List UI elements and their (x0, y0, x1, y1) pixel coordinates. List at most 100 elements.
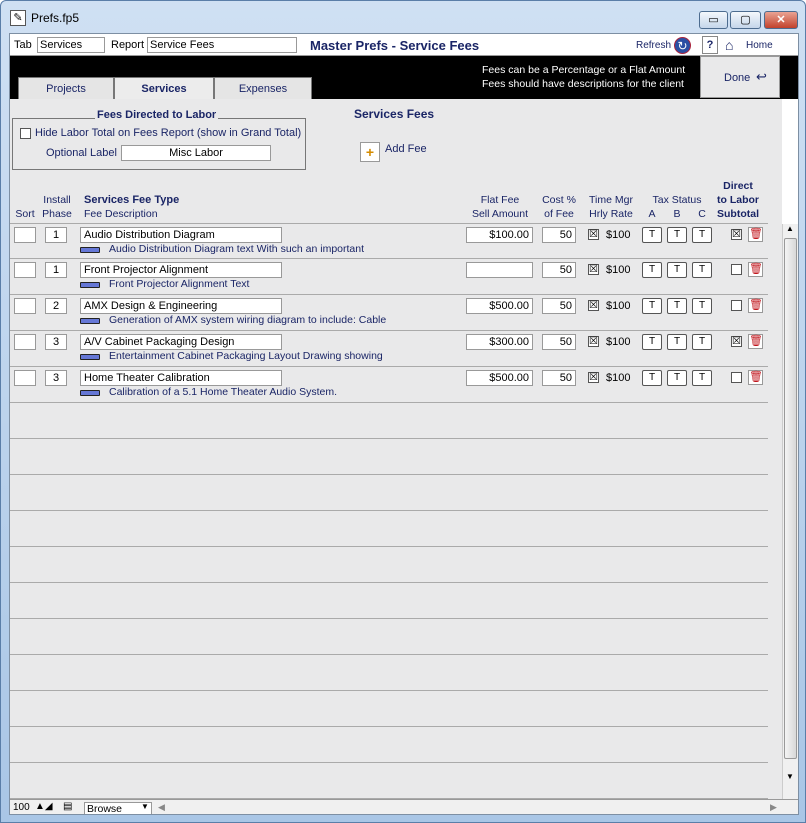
tax-a-button[interactable]: T (642, 334, 662, 350)
close-button[interactable]: ✕ (764, 11, 798, 29)
fee-description[interactable]: Audio Distribution Diagram text With suc… (109, 243, 364, 255)
fee-type-field[interactable]: AMX Design & Engineering (80, 298, 282, 314)
phase-field[interactable]: 1 (45, 262, 67, 278)
delete-icon[interactable]: 🗑 (748, 262, 763, 277)
tax-c-button[interactable]: T (692, 370, 712, 386)
pencil-icon[interactable] (80, 390, 100, 396)
vertical-scrollbar[interactable]: ▲ ▼ (782, 224, 798, 799)
time-mgr-checkbox[interactable]: ☒ (588, 336, 599, 347)
hourly-rate[interactable]: $100 (602, 298, 634, 314)
report-field[interactable]: Service Fees (147, 37, 297, 53)
cost-pct-field[interactable]: 50 (542, 227, 576, 243)
sort-field[interactable] (14, 227, 36, 243)
tax-c-button[interactable]: T (692, 334, 712, 350)
flat-fee-field[interactable]: $100.00 (466, 227, 533, 243)
sort-field[interactable] (14, 262, 36, 278)
fee-description[interactable]: Front Projector Alignment Text (109, 278, 249, 290)
phase-field[interactable]: 1 (45, 227, 67, 243)
tab-expenses[interactable]: Expenses (214, 77, 312, 99)
direct-to-labor-checkbox[interactable] (731, 300, 742, 311)
tax-b-button[interactable]: T (667, 334, 687, 350)
cost-pct-field[interactable]: 50 (542, 298, 576, 314)
tax-b-button[interactable]: T (667, 227, 687, 243)
tax-a-button[interactable]: T (642, 227, 662, 243)
scroll-up-icon[interactable]: ▲ (786, 224, 794, 233)
tab-projects[interactable]: Projects (18, 77, 114, 99)
time-mgr-checkbox[interactable]: ☒ (588, 300, 599, 311)
direct-to-labor-checkbox[interactable] (731, 372, 742, 383)
add-fee-button[interactable]: Add Fee (385, 143, 427, 155)
tax-a-button[interactable]: T (642, 370, 662, 386)
phase-field[interactable]: 3 (45, 334, 67, 350)
pencil-icon[interactable] (80, 247, 100, 253)
fee-type-field[interactable]: Front Projector Alignment (80, 262, 282, 278)
fee-description[interactable]: Generation of AMX system wiring diagram … (109, 314, 386, 326)
tax-b-button[interactable]: T (667, 370, 687, 386)
zoom-icon[interactable]: ▲◢ (35, 801, 53, 812)
tax-a-button[interactable]: T (642, 262, 662, 278)
scroll-down-icon[interactable]: ▼ (786, 772, 794, 781)
direct-to-labor-checkbox[interactable] (731, 264, 742, 275)
hourly-rate[interactable]: $100 (602, 334, 634, 350)
flat-fee-field[interactable]: $500.00 (466, 370, 533, 386)
flat-fee-field[interactable]: $500.00 (466, 298, 533, 314)
tax-c-button[interactable]: T (692, 227, 712, 243)
phase-field[interactable]: 2 (45, 298, 67, 314)
tab-services[interactable]: Services (114, 77, 214, 100)
delete-icon[interactable]: 🗑 (748, 370, 763, 385)
chevron-down-icon[interactable]: ▼ (141, 802, 149, 811)
minimize-button[interactable]: ▭ (699, 11, 728, 29)
tab-field[interactable]: Services (37, 37, 105, 53)
hourly-rate[interactable]: $100 (602, 370, 634, 386)
delete-icon[interactable]: 🗑 (748, 298, 763, 313)
time-mgr-checkbox[interactable]: ☒ (588, 372, 599, 383)
phase-field[interactable]: 3 (45, 370, 67, 386)
direct-to-labor-checkbox[interactable]: ☒ (731, 229, 742, 240)
fee-type-field[interactable]: A/V Cabinet Packaging Design (80, 334, 282, 350)
hourly-rate[interactable]: $100 (602, 227, 634, 243)
flat-fee-field[interactable] (466, 262, 533, 278)
cost-pct-field[interactable]: 50 (542, 262, 576, 278)
optional-label-field[interactable]: Misc Labor (121, 145, 271, 161)
scroll-left-icon[interactable]: ◀ (158, 802, 165, 813)
pencil-icon[interactable] (80, 354, 100, 360)
refresh-icon[interactable]: ↻ (674, 37, 691, 54)
scroll-right-icon[interactable]: ▶ (770, 802, 777, 813)
cost-pct-field[interactable]: 50 (542, 334, 576, 350)
maximize-button[interactable]: ▢ (730, 11, 761, 29)
time-mgr-checkbox[interactable]: ☒ (588, 264, 599, 275)
add-fee-icon[interactable]: + (360, 142, 380, 162)
home-icon[interactable]: ⌂ (725, 38, 741, 52)
header-hrly-rate: Hrly Rate (589, 208, 633, 220)
refresh-button[interactable]: Refresh (636, 40, 671, 51)
fee-type-field[interactable]: Home Theater Calibration (80, 370, 282, 386)
status-toggle-icon[interactable]: ▤ (63, 801, 72, 812)
delete-icon[interactable]: 🗑 (748, 334, 763, 349)
tax-c-button[interactable]: T (692, 262, 712, 278)
tax-a-button[interactable]: T (642, 298, 662, 314)
delete-icon[interactable]: 🗑 (748, 227, 763, 242)
hide-labor-checkbox[interactable] (20, 128, 31, 139)
sort-field[interactable] (14, 370, 36, 386)
tax-b-button[interactable]: T (667, 262, 687, 278)
fee-type-field[interactable]: Audio Distribution Diagram (80, 227, 282, 243)
tax-b-button[interactable]: T (667, 298, 687, 314)
fee-description[interactable]: Entertainment Cabinet Packaging Layout D… (109, 350, 383, 362)
hourly-rate[interactable]: $100 (602, 262, 634, 278)
fee-description[interactable]: Calibration of a 5.1 Home Theater Audio … (109, 386, 337, 398)
flat-fee-field[interactable]: $300.00 (466, 334, 533, 350)
home-button[interactable]: Home (746, 40, 773, 51)
tax-c-button[interactable]: T (692, 298, 712, 314)
zoom-level[interactable]: 100 (13, 802, 30, 813)
pencil-icon[interactable] (80, 282, 100, 288)
help-button[interactable]: ? (702, 36, 718, 54)
status-bar: 100 ▲◢ ▤ Browse ▼ ◀ ▶ (10, 799, 798, 814)
direct-to-labor-checkbox[interactable]: ☒ (731, 336, 742, 347)
time-mgr-checkbox[interactable]: ☒ (588, 229, 599, 240)
pencil-icon[interactable] (80, 318, 100, 324)
sort-field[interactable] (14, 298, 36, 314)
cost-pct-field[interactable]: 50 (542, 370, 576, 386)
done-button[interactable]: Done ↩ (700, 56, 780, 98)
sort-field[interactable] (14, 334, 36, 350)
scroll-thumb[interactable] (784, 238, 797, 759)
